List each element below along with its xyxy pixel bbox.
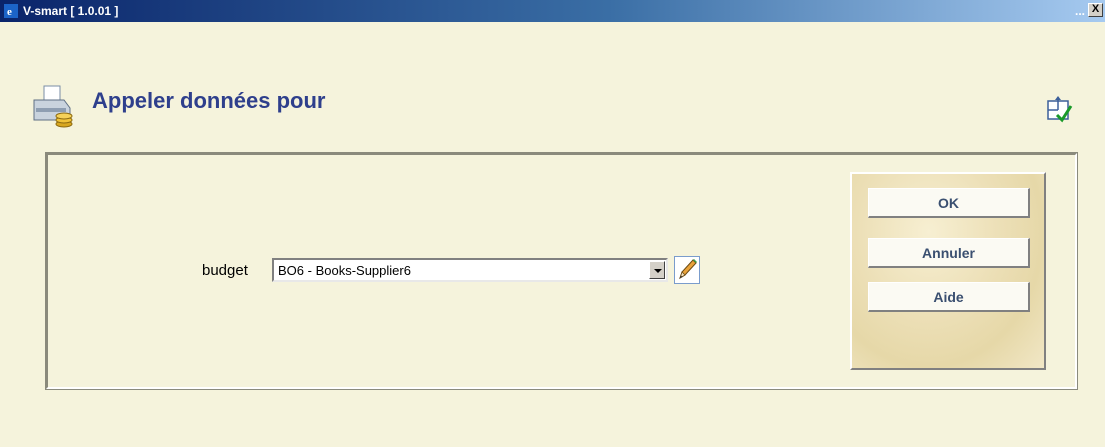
budget-select[interactable]: BO6 - Books-Supplier6 (272, 258, 668, 282)
ok-button[interactable]: OK (868, 188, 1030, 218)
dropdown-arrow-icon[interactable] (649, 261, 665, 279)
layout-check-icon[interactable] (1045, 96, 1073, 124)
cancel-button[interactable]: Annuler (868, 238, 1030, 268)
svg-text:e: e (7, 6, 12, 18)
window-title: V-smart [ 1.0.01 ] (23, 4, 119, 18)
page-title: Appeler données pour (92, 88, 326, 113)
printer-coins-icon (30, 82, 76, 132)
budget-label: budget (202, 262, 248, 279)
close-button[interactable]: X (1088, 3, 1103, 17)
help-button[interactable]: Aide (868, 282, 1030, 312)
pencil-icon[interactable] (674, 256, 700, 284)
button-panel: OK Annuler Aide (850, 172, 1046, 370)
window-dots: ... (1074, 4, 1085, 18)
window-titlebar[interactable]: e V-smart [ 1.0.01 ] ... X (0, 0, 1105, 22)
internet-explorer-icon: e (4, 4, 18, 18)
budget-select-value: BO6 - Books-Supplier6 (278, 263, 411, 278)
